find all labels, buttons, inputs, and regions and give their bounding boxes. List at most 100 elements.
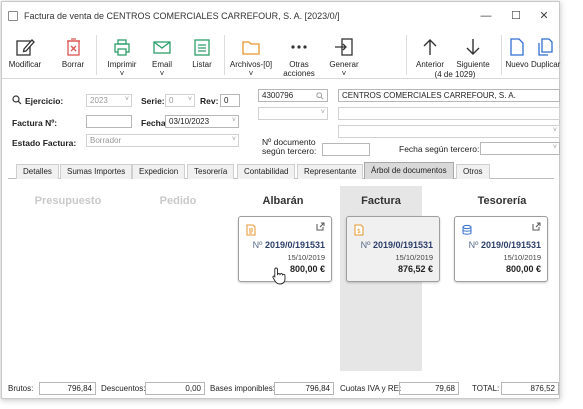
fecha-tercero-field[interactable]: ˅ [480,142,560,155]
factura-card[interactable]: $ Nº 2019/0/191531 15/10/2019 876,52 € [346,216,440,282]
maximize-button[interactable]: ☐ [504,8,528,24]
listar-button[interactable]: Listar [186,31,218,79]
more-icon [291,45,307,49]
client-address-select[interactable]: ˅ [338,125,560,138]
tab-detalles[interactable]: Detalles [16,164,59,179]
descuentos-label: Descuentos: [101,384,146,393]
chevron-down-icon: ˅ [231,117,236,124]
rev-label: Rev: [200,96,219,106]
estado-select[interactable]: Borrador ˅ [86,134,239,147]
bases-value: 796,84 [274,382,334,395]
folder-icon [242,41,260,55]
printer-icon [114,39,130,56]
serie-label: Serie: [141,96,165,106]
tab-sumas-importes[interactable]: Sumas Importes [60,164,133,179]
nro-doc-tercero-label: Nº documento según tercero: [262,137,317,156]
brutos-label: Brutos: [8,384,34,393]
total-value: 876,52 [501,382,559,395]
chevron-down-icon: ˅ [248,69,254,78]
albaran-number: Nº 2019/0/191531 [252,240,325,250]
tab-tesoreria[interactable]: Tesorería [187,164,235,179]
chevron-down-icon: ˅ [552,127,557,134]
invoice-window: Factura de venta de CENTROS COMERCIALES … [1,1,560,399]
client-address-field[interactable] [338,107,560,120]
ejercicio-label: Ejercicio: [25,96,64,106]
brutos-value: 796,84 [39,382,96,395]
document-tree-panel: Presupuesto Pedido Albarán Factura Tesor… [8,179,554,375]
tab-contabilidad[interactable]: Contabilidad [237,164,296,179]
arrow-up-icon [423,39,437,55]
factura-date: 15/10/2019 [395,253,433,262]
tesoreria-amount: 800,00 € [505,264,541,274]
new-document-icon [510,38,524,56]
hand-cursor-icon [272,267,286,285]
toolbar-separator [501,35,502,75]
chevron-down-icon: ˅ [341,69,347,78]
tab-arbol-documentos[interactable]: Árbol de documentos [364,162,454,179]
tesoreria-header: Tesorería [477,195,527,207]
list-icon [194,39,210,56]
email-button[interactable]: Email ˅ [146,31,178,79]
tesoreria-card[interactable]: Nº 2019/0/191531 15/10/2019 800,00 € [454,216,548,282]
fecha-field[interactable]: 03/10/2023 ˅ [165,115,239,128]
imprimir-button[interactable]: Imprimir ˅ [102,31,142,79]
tab-bar: Detalles Sumas Importes Expedicion Tesor… [8,162,554,179]
total-label: TOTAL: [472,384,500,393]
edit-icon [16,39,35,56]
pedido-header: Pedido [159,195,197,207]
search-icon[interactable] [316,92,324,100]
invoice-header-form: Ejercicio: 2023 ˅ Serie: 0 ˅ Rev: 0 Factur… [2,80,560,162]
client-name-field[interactable]: CENTROS COMERCIALES CARREFOUR, S. A. [338,89,560,102]
duplicate-icon [538,38,553,56]
factura-label: Factura Nº: [12,118,58,128]
nro-doc-tercero-field[interactable] [322,143,370,156]
duplicar-button[interactable]: Duplicar [531,31,560,79]
toolbar-separator [96,35,97,75]
factura-number: Nº 2019/0/191531 [360,240,433,250]
chevron-down-icon: ˅ [231,136,236,143]
cuotas-value: 79,68 [399,382,459,395]
toolbar-separator [406,35,407,75]
albaran-amount: 800,00 € [289,264,325,274]
chevron-down-icon: ˅ [552,144,557,151]
window-title: Factura de venta de CENTROS COMERCIALES … [24,11,340,21]
client-sub-select[interactable]: ˅ [258,107,328,120]
ejercicio-select[interactable]: 2023 ˅ [86,94,132,107]
totals-bar: Brutos: 796,84 Descuentos: 0,00 Bases im… [2,380,559,398]
serie-select[interactable]: 0 ˅ [165,94,195,107]
factura-amount: 876,52 € [397,264,433,274]
presupuesto-header: Presupuesto [34,195,102,207]
open-external-icon[interactable] [316,222,325,231]
title-bar: Factura de venta de CENTROS COMERCIALES … [2,2,559,30]
factura-header: Factura [361,195,401,207]
tab-representante[interactable]: Representante [297,164,364,179]
otras-acciones-button[interactable]: Otras acciones [280,31,318,79]
record-position: (4 de 1029) [434,70,476,79]
delete-icon [67,38,80,56]
tesoreria-date: 15/10/2019 [503,253,541,262]
toolbar-separator [224,35,225,75]
app-icon [8,11,18,21]
archivos-button[interactable]: Archivos-[0] ˅ [228,31,274,79]
delivery-note-icon [246,224,256,236]
nuevo-button[interactable]: Nuevo [504,31,530,79]
cuotas-label: Cuotas IVA y RE: [340,384,402,393]
open-external-icon[interactable] [532,222,541,231]
generar-button[interactable]: Generar ˅ [326,31,362,79]
toolbar: Modificar Borrar Imprimir ˅ Email ˅ List… [2,31,560,79]
modificar-button[interactable]: Modificar [8,31,42,79]
tab-otros[interactable]: Otros [456,164,490,179]
tesoreria-number: Nº 2019/0/191531 [468,240,541,250]
client-code-field[interactable]: 4300796 [258,89,328,102]
minimize-button[interactable]: — [474,8,498,24]
albaran-header: Albarán [262,195,304,207]
borrar-button[interactable]: Borrar [58,31,88,79]
rev-field[interactable]: 0 [220,94,240,107]
search-icon[interactable] [12,95,22,105]
bases-label: Bases imponibles: [210,384,275,393]
factura-number-field[interactable] [86,115,132,128]
tab-expedicion[interactable]: Expedicion [132,164,186,179]
estado-label: Estado Factura: [12,138,77,148]
close-button[interactable]: ✕ [532,8,556,24]
coins-icon [462,224,472,235]
